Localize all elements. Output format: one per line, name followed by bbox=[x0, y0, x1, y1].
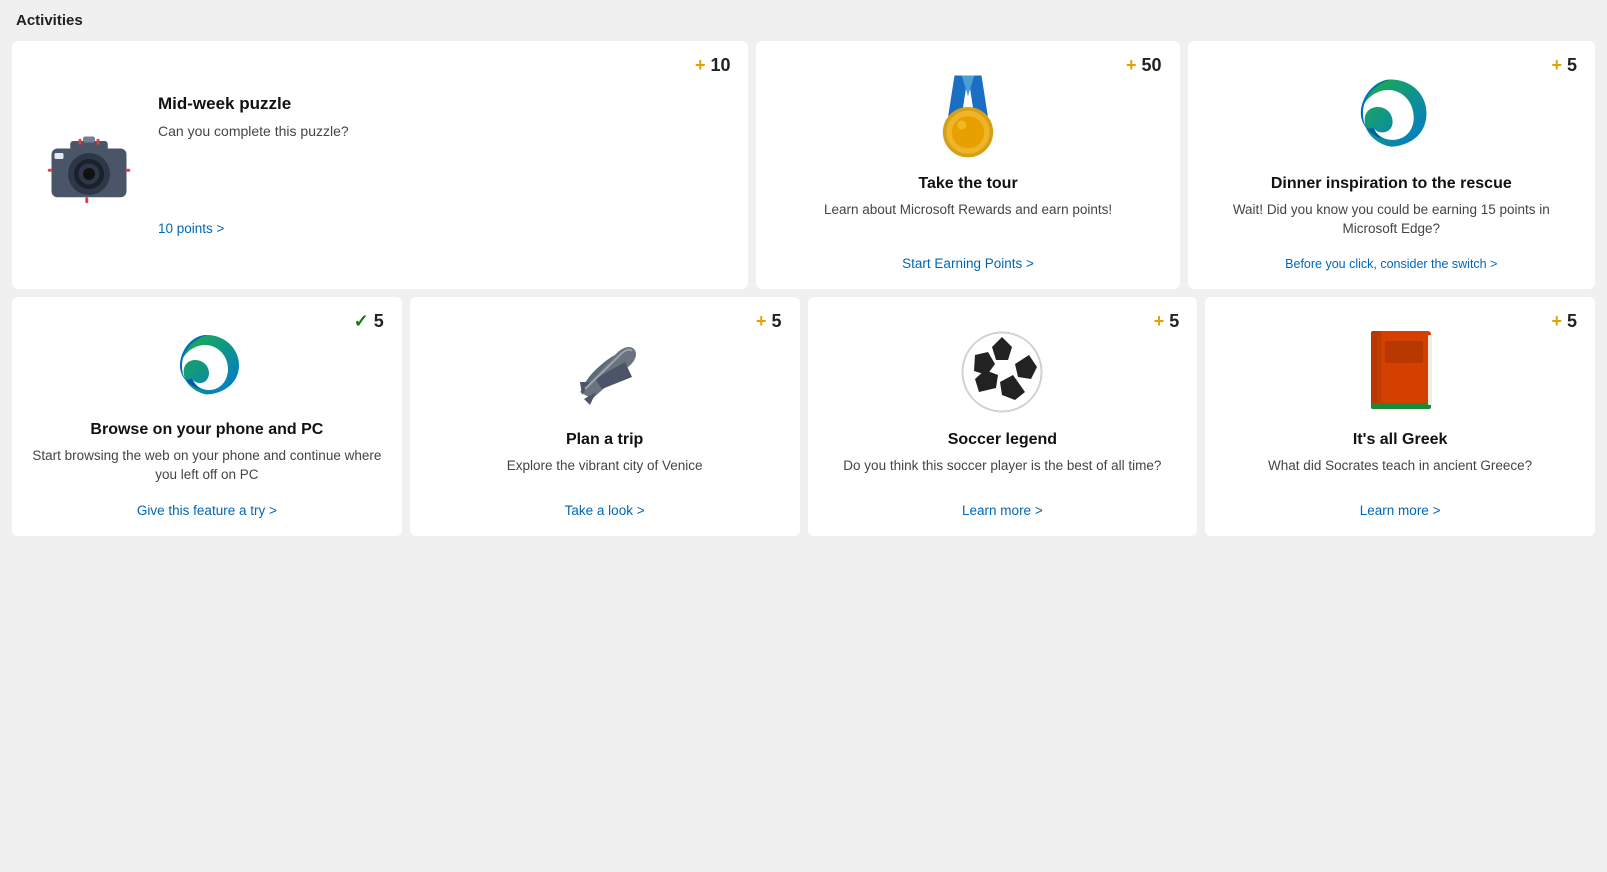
card-body-soccer: Soccer legend Do you think this soccer p… bbox=[826, 417, 1180, 485]
card-body-dinner: Dinner inspiration to the rescue Wait! D… bbox=[1212, 161, 1571, 239]
card-title-soccer: Soccer legend bbox=[948, 431, 1057, 449]
card-desc-greek: What did Socrates teach in ancient Greec… bbox=[1268, 457, 1532, 476]
card-plan-trip: + 5 Plan a trip Explore the vibrant city… bbox=[410, 297, 800, 536]
card-desc-trip: Explore the vibrant city of Venice bbox=[507, 457, 703, 476]
card-desc-dinner: Wait! Did you know you could be earning … bbox=[1212, 201, 1571, 239]
card-body-browse: Browse on your phone and PC Start browsi… bbox=[30, 407, 384, 485]
card-soccer-legend: + 5 Soccer legend Do you think this socc… bbox=[808, 297, 1198, 536]
card-title-browse: Browse on your phone and PC bbox=[90, 421, 323, 439]
card-body-trip: Plan a trip Explore the vibrant city of … bbox=[428, 417, 782, 485]
card-browse-phone-pc: ✓ 5 Browse on your phone and bbox=[12, 297, 402, 536]
card-dinner-inspiration: + 5 D bbox=[1188, 41, 1595, 289]
edge-small-icon bbox=[167, 327, 247, 407]
card-desc-browse: Start browsing the web on your phone and… bbox=[30, 447, 384, 485]
page-title: Activities bbox=[12, 12, 1595, 29]
points-badge-browse: ✓ 5 bbox=[354, 311, 384, 332]
points-badge-soccer: + 5 bbox=[1154, 311, 1180, 332]
soccer-ball-icon bbox=[957, 327, 1047, 417]
card-body-greek: It's all Greek What did Socrates teach i… bbox=[1223, 417, 1577, 485]
card-all-greek: + 5 It's all Greek What did Socrates tea… bbox=[1205, 297, 1595, 536]
card-link-greek[interactable]: Learn more > bbox=[1360, 485, 1441, 518]
card-link-browse[interactable]: Give this feature a try > bbox=[137, 485, 277, 518]
card-title-trip: Plan a trip bbox=[566, 431, 643, 449]
edge-logo-icon bbox=[1346, 71, 1436, 161]
airplane-icon bbox=[560, 327, 650, 417]
card-title-tour: Take the tour bbox=[918, 175, 1017, 193]
card-link-soccer[interactable]: Learn more > bbox=[962, 485, 1043, 518]
card-content-midweek: Mid-week puzzle Can you complete this pu… bbox=[158, 94, 349, 237]
points-badge-midweek: + 10 bbox=[695, 55, 731, 76]
card-desc-soccer: Do you think this soccer player is the b… bbox=[843, 457, 1161, 476]
points-badge-dinner: + 5 bbox=[1551, 55, 1577, 76]
medal-icon bbox=[923, 71, 1013, 161]
card-link-tour[interactable]: Start Earning Points > bbox=[902, 238, 1034, 271]
card-desc-tour: Learn about Microsoft Rewards and earn p… bbox=[824, 201, 1112, 220]
card-title-greek: It's all Greek bbox=[1353, 431, 1448, 449]
camera-icon bbox=[44, 120, 134, 210]
card-mid-week-puzzle: + 10 bbox=[12, 41, 748, 289]
points-badge-tour: + 50 bbox=[1126, 55, 1162, 76]
card-title-midweek: Mid-week puzzle bbox=[158, 94, 291, 114]
card-title-dinner: Dinner inspiration to the rescue bbox=[1271, 175, 1512, 193]
card-desc-midweek: Can you complete this puzzle? bbox=[158, 122, 349, 142]
card-link-trip[interactable]: Take a look > bbox=[565, 485, 645, 518]
points-badge-trip: + 5 bbox=[756, 311, 782, 332]
points-badge-greek: + 5 bbox=[1551, 311, 1577, 332]
card-link-midweek[interactable]: 10 points > bbox=[158, 141, 224, 236]
book-icon bbox=[1363, 327, 1438, 417]
card-take-the-tour: + 50 Take the tour Learn about Microsoft bbox=[756, 41, 1179, 289]
card-link-dinner[interactable]: Before you click, consider the switch > bbox=[1285, 239, 1497, 271]
card-body-tour: Take the tour Learn about Microsoft Rewa… bbox=[780, 161, 1155, 238]
